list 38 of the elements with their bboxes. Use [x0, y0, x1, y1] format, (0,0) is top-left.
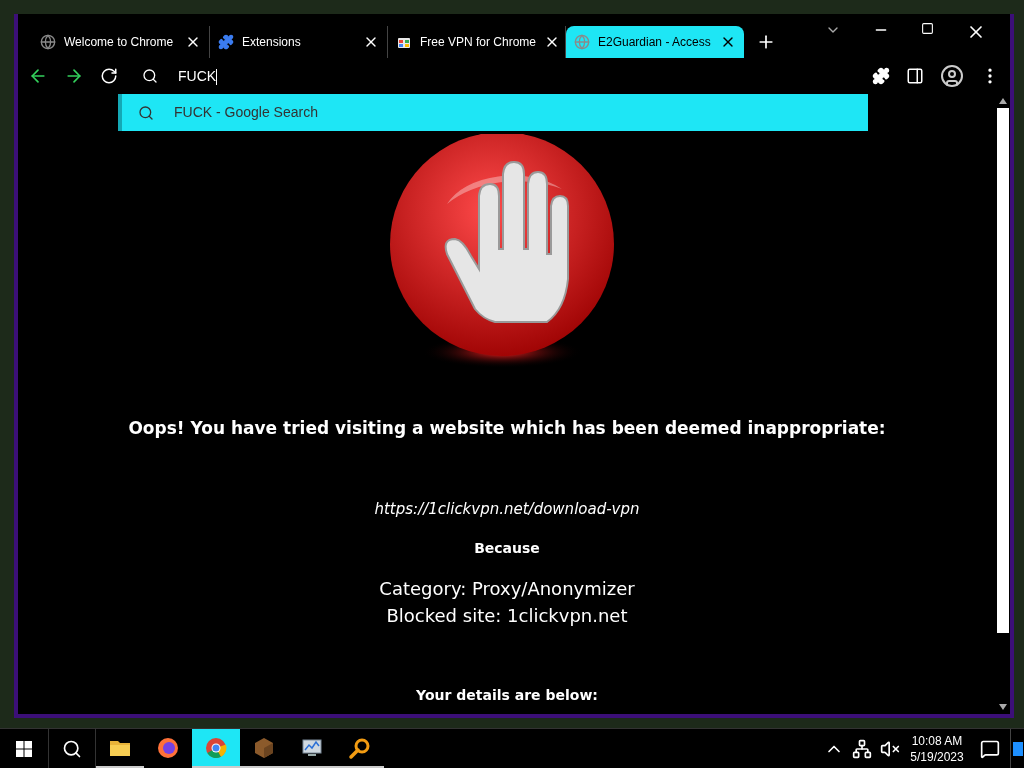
scroll-up-icon[interactable]	[999, 98, 1007, 104]
puzzle-icon[interactable]	[872, 67, 890, 85]
network-icon[interactable]	[852, 738, 872, 759]
search-icon	[138, 104, 154, 121]
search-icon	[142, 68, 158, 84]
details-heading: Your details are below:	[416, 686, 598, 705]
show-desktop-button[interactable]	[1010, 729, 1024, 768]
browser-tab[interactable]: E2Guardian - Access	[566, 26, 744, 58]
globe-icon	[574, 34, 590, 50]
tab-title: E2Guardian - Access	[598, 34, 712, 51]
search-icon	[62, 738, 82, 759]
tab-title: Welcome to Chrome	[64, 34, 175, 51]
browser-tab[interactable]: Welcome to Chrome	[32, 26, 210, 58]
muted-speaker-icon[interactable]	[880, 738, 900, 759]
address-field[interactable]: FUCK	[134, 61, 856, 91]
category-text: Category: Proxy/Anonymizer	[379, 577, 635, 601]
side-panel-icon[interactable]	[906, 67, 924, 85]
fox-globe-icon	[156, 735, 180, 760]
search-button[interactable]	[48, 729, 96, 768]
blocked-site-text: Blocked site: 1clickvpn.net	[386, 604, 628, 628]
globe-icon	[40, 34, 56, 50]
tab-title: Free VPN for Chrome	[420, 34, 537, 51]
chrome-icon	[204, 735, 228, 760]
maximize-icon[interactable]	[921, 22, 934, 35]
profile-icon[interactable]	[940, 64, 964, 88]
windows-logo-icon	[16, 740, 32, 757]
puzzle-icon	[218, 34, 234, 50]
speech-bubble-icon	[980, 738, 1000, 759]
because-label: Because	[474, 539, 540, 558]
blocked-url: https://1clickvpn.net/download-vpn	[374, 498, 640, 520]
block-heading: Oops! You have tried visiting a website which has been deemed inappropriate:	[128, 417, 886, 440]
reload-icon[interactable]	[100, 67, 118, 85]
browser-tab[interactable]: Extensions	[210, 26, 388, 58]
block-icon	[252, 735, 276, 760]
scroll-down-icon[interactable]	[999, 704, 1007, 710]
clock[interactable]: 10:08 AM 5/19/2023	[904, 729, 970, 768]
tab-title: Extensions	[242, 34, 302, 51]
suggestion-item[interactable]: FUCK - Google Search	[118, 94, 868, 131]
